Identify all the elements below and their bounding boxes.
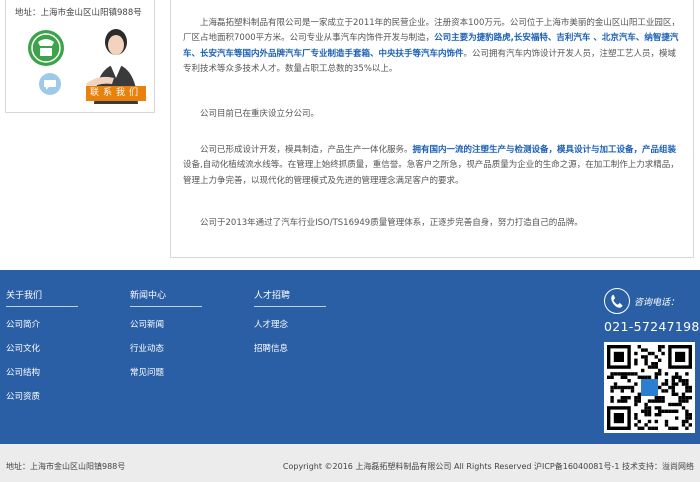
footer-column-news: 新闻中心 公司新闻 行业动态 常见问题 xyxy=(130,288,202,379)
footer-link[interactable]: 行业动态 xyxy=(130,343,202,355)
footer-link[interactable]: 公司简介 xyxy=(6,319,78,331)
footer-link[interactable]: 公司新闻 xyxy=(130,319,202,331)
intro-text: 公司已形成设计开发，模具制造，产品生产一体化服务。 xyxy=(200,145,413,155)
footer-link[interactable]: 公司资质 xyxy=(6,391,78,403)
qr-code xyxy=(604,342,695,433)
footer-column-title: 关于我们 xyxy=(6,288,78,307)
qr-code-image xyxy=(607,345,692,430)
footer-link[interactable]: 人才理念 xyxy=(254,319,326,331)
footer-link[interactable]: 公司文化 xyxy=(6,343,78,355)
contact-address: 地址：上海市金山区山阳镇988号 xyxy=(15,8,142,18)
footer-column-careers: 人才招聘 人才理念 招聘信息 xyxy=(254,288,326,355)
bottom-bar: 地址：上海市金山区山阳镇988号 Copyright ©2016 上海磊拓塑料制… xyxy=(0,444,700,482)
copyright: Copyright ©2016 上海磊拓塑料制品有限公司 All Rights … xyxy=(282,462,694,471)
footer-column-title: 新闻中心 xyxy=(130,288,202,307)
phone-number: 021-57247198 xyxy=(604,319,700,334)
footer-column-about: 关于我们 公司简介 公司文化 公司结构 公司资质 xyxy=(6,288,78,403)
contact-us-button[interactable]: 联系我们 xyxy=(86,86,146,101)
intro-paragraph-4: 公司于2013年通过了汽车行业ISO/TS16949质量管理体系，正逐步完善自身… xyxy=(200,218,583,228)
intro-paragraph-1: 上海磊拓塑料制品有限公司是一家成立于2011年的民营企业。注册资本100万元。公… xyxy=(183,16,681,78)
footer-link[interactable]: 招聘信息 xyxy=(254,343,326,355)
footer-link[interactable]: 常见问题 xyxy=(130,367,202,379)
footer-link[interactable]: 公司结构 xyxy=(6,367,78,379)
contact-card: 地址：上海市金山区山阳镇988号 联系我们 xyxy=(5,0,155,113)
bottom-address: 地址：上海市金山区山阳镇988号 xyxy=(6,462,126,471)
footer-nav: 关于我们 公司简介 公司文化 公司结构 公司资质 新闻中心 公司新闻 行业动态 … xyxy=(0,270,700,444)
phone-icon xyxy=(604,288,630,314)
phone-label: 咨询电话： xyxy=(634,298,680,308)
footer-column-title: 人才招聘 xyxy=(254,288,326,307)
intro-paragraph-3: 公司已形成设计开发，模具制造，产品生产一体化服务。拥有国内一流的注塑生产与检测设… xyxy=(183,143,681,189)
company-intro: 上海磊拓塑料制品有限公司是一家成立于2011年的民营企业。注册资本100万元。公… xyxy=(170,0,694,258)
intro-highlight: 拥有国内一流的注塑生产与检测设备，模具设计与加工设备，产品组装 xyxy=(412,145,677,155)
intro-paragraph-2: 公司目前已在重庆设立分公司。 xyxy=(200,109,320,119)
page: 地址：上海市金山区山阳镇988号 联系我们 上海磊拓塑料制品有限公司是一家成立于… xyxy=(0,0,700,482)
intro-text: 设备,自动化植绒流水线等。在管理上始终抓质量，重信誉。急客户之所急，视产品质量为… xyxy=(183,160,679,186)
